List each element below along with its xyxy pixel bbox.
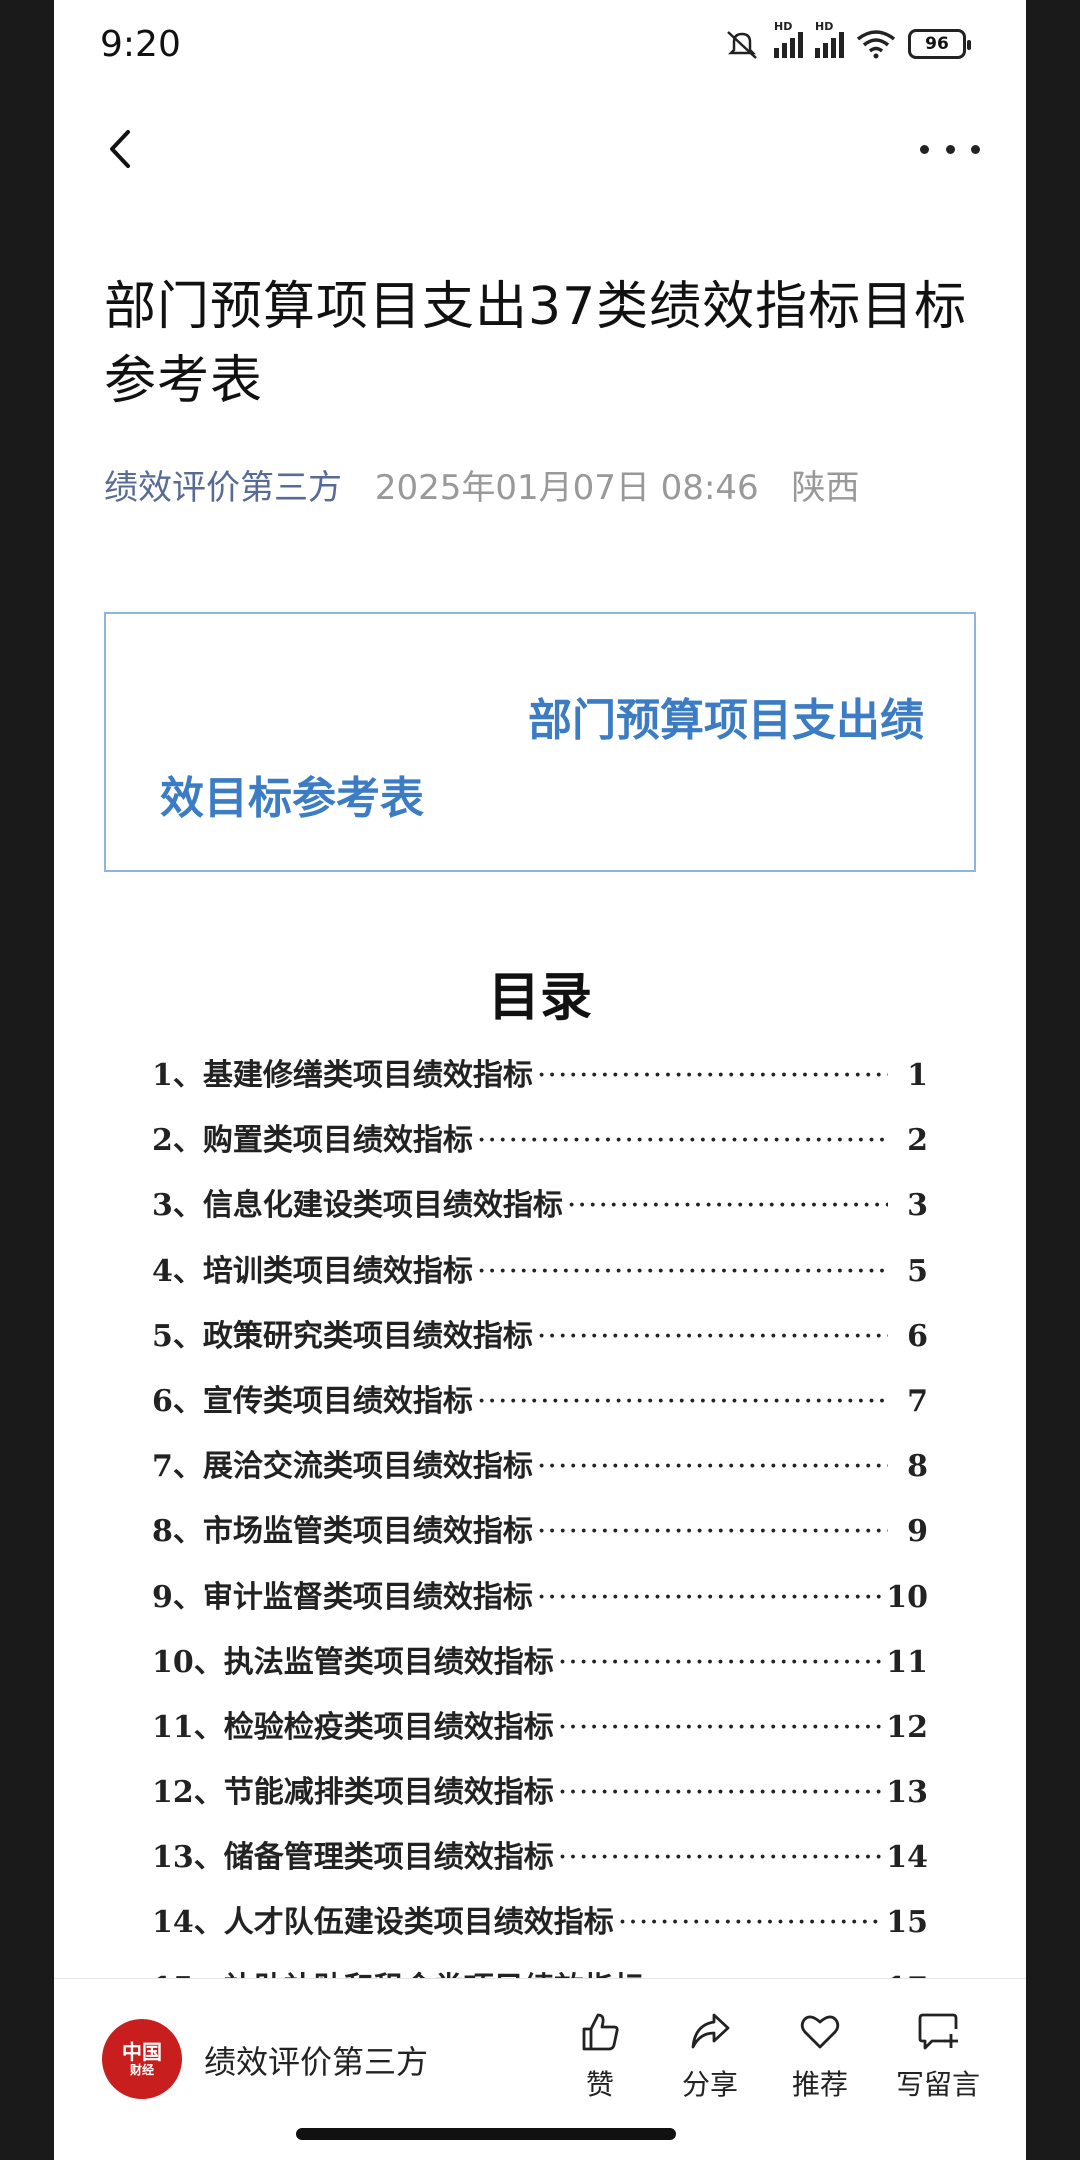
toc-item: 13、储备管理类项目绩效指标 ··························… — [152, 1832, 928, 1897]
title-box-line2: 效目标参考表 — [160, 773, 424, 824]
toc-item: 8、市场监管类项目绩效指标 ···························… — [152, 1506, 928, 1571]
share-button[interactable]: 分享 — [670, 2009, 750, 2103]
status-time: 9:20 — [100, 24, 181, 65]
publish-date: 2025年01月07日 08:46 — [374, 468, 759, 508]
toc-leader-dots: ········································… — [566, 1188, 888, 1224]
account-name[interactable]: 绩效评价第三方 — [204, 2037, 428, 2083]
comment-label: 写留言 — [895, 2068, 980, 2101]
toc-item-page: 6 — [907, 1318, 928, 1354]
back-arrow-icon[interactable] — [98, 124, 148, 174]
status-bar: 9:20 HD HD 96 — [54, 0, 1026, 96]
toc-item-page: 10 — [886, 1579, 928, 1615]
toc-leader-dots: ········································… — [536, 1579, 883, 1615]
account-avatar[interactable]: 中国 财经 — [102, 2019, 182, 2099]
title-box-line1: 部门预算项目支出绩 — [528, 695, 924, 746]
toc-item: 14、人才队伍建设类项目绩效指标 ························… — [152, 1897, 928, 1962]
more-options-icon[interactable] — [920, 124, 980, 174]
action-buttons: 赞 分享 推荐 写留言 — [560, 2009, 986, 2103]
toc-item-label: 5、政策研究类项目绩效指标 — [152, 1318, 533, 1354]
signal-icon: HD — [774, 20, 803, 58]
heart-icon — [800, 2015, 840, 2049]
toc-item: 11、检验检疫类项目绩效指标 ··························… — [152, 1702, 928, 1767]
toc-item-page: 9 — [907, 1514, 928, 1550]
title-box: 部门预算项目支出绩 效目标参考表 — [104, 612, 976, 872]
toc-leader-dots: ········································… — [476, 1383, 888, 1419]
toc-leader-dots: ········································… — [536, 1449, 888, 1485]
comment-plus-icon — [918, 2013, 958, 2050]
toc-leader-dots: ········································… — [557, 1709, 883, 1745]
toc-item: 5、政策研究类项目绩效指标 ···························… — [152, 1311, 928, 1376]
toc-item: 3、信息化建设类项目绩效指标 ··························… — [152, 1180, 928, 1245]
like-button[interactable]: 赞 — [560, 2009, 640, 2103]
toc-item-page: 11 — [886, 1644, 928, 1680]
toc-item-page: 7 — [907, 1383, 928, 1419]
toc-leader-dots: ········································… — [557, 1775, 883, 1811]
toc-item-label: 3、信息化建设类项目绩效指标 — [152, 1188, 563, 1224]
home-indicator[interactable] — [296, 2128, 676, 2140]
article-title: 部门预算项目支出37类绩效指标目标参考表 — [104, 277, 968, 411]
toc-item-page: 1 — [907, 1058, 928, 1093]
toc-item: 1、基建修缮类项目绩效指标 ···························… — [152, 1050, 928, 1115]
recommend-button[interactable]: 推荐 — [780, 2009, 860, 2103]
logo-text: 中国 — [122, 2040, 162, 2064]
toc-item-label: 10、执法监管类项目绩效指标 — [152, 1644, 554, 1680]
toc-item: 6、宣传类项目绩效指标 ·····························… — [152, 1376, 928, 1441]
publish-location: 陕西 — [791, 468, 860, 508]
toc-leader-dots: ········································… — [536, 1058, 888, 1093]
toc-item-label: 6、宣传类项目绩效指标 — [152, 1383, 473, 1419]
like-label: 赞 — [585, 2068, 614, 2101]
left-letterbox — [0, 0, 54, 2160]
toc-leader-dots: ········································… — [557, 1840, 883, 1876]
toc-leader-dots: ········································… — [476, 1253, 888, 1289]
toc-item: 12、节能减排类项目绩效指标 ··························… — [152, 1767, 928, 1832]
toc-item-label: 13、储备管理类项目绩效指标 — [152, 1840, 554, 1876]
signal-icon-2: HD — [815, 20, 844, 58]
toc-item: 4、培训类项目绩效指标 ·····························… — [152, 1246, 928, 1311]
author-link[interactable]: 绩效评价第三方 — [104, 468, 342, 508]
toc-item-page: 15 — [886, 1905, 928, 1941]
toc-item-label: 12、节能减排类项目绩效指标 — [152, 1775, 554, 1811]
toc-item-label: 9、审计监督类项目绩效指标 — [152, 1579, 533, 1615]
toc-list: 1、基建修缮类项目绩效指标 ···························… — [152, 1050, 928, 2028]
recommend-label: 推荐 — [791, 2068, 848, 2101]
toc-item-label: 14、人才队伍建设类项目绩效指标 — [152, 1905, 614, 1941]
toc-item-label: 8、市场监管类项目绩效指标 — [152, 1514, 533, 1550]
toc-leader-dots: ········································… — [536, 1514, 888, 1550]
toc-leader-dots: ········································… — [476, 1123, 888, 1159]
mute-vibrate-icon — [727, 31, 757, 59]
toc-leader-dots: ········································… — [536, 1318, 888, 1354]
toc-item-page: 14 — [886, 1840, 928, 1876]
nav-bar — [54, 110, 1026, 190]
toc-leader-dots: ········································… — [617, 1905, 883, 1941]
toc-item-label: 2、购置类项目绩效指标 — [152, 1123, 473, 1159]
toc-leader-dots: ········································… — [557, 1644, 883, 1680]
wifi-icon — [856, 30, 896, 59]
right-letterbox — [1026, 0, 1080, 2160]
article-screen: 9:20 HD HD 96 部门预算项目支出37类绩效指标目标参考表 绩效评价第… — [54, 0, 1026, 2160]
toc-item-label: 4、培训类项目绩效指标 — [152, 1253, 473, 1289]
toc-heading: 目录 — [487, 967, 592, 1028]
toc-item-label: 11、检验检疫类项目绩效指标 — [152, 1709, 554, 1745]
toc-item-page: 2 — [907, 1123, 928, 1159]
toc-item-page: 13 — [886, 1775, 928, 1811]
toc-item: 2、购置类项目绩效指标 ·····························… — [152, 1115, 928, 1180]
toc-item: 9、审计监督类项目绩效指标 ···························… — [152, 1572, 928, 1637]
thumbs-up-icon — [582, 2013, 619, 2051]
toc-item-label: 7、展洽交流类项目绩效指标 — [152, 1449, 533, 1485]
battery-icon: 96 — [908, 29, 971, 59]
logo-subtext: 财经 — [129, 2063, 154, 2077]
toc-item-page: 5 — [907, 1253, 928, 1289]
share-arrow-icon — [691, 2013, 730, 2049]
share-label: 分享 — [681, 2068, 738, 2101]
toc-item-label: 1、基建修缮类项目绩效指标 — [152, 1058, 533, 1093]
status-icons: HD HD 96 — [722, 20, 971, 60]
toc-item-page: 3 — [907, 1188, 928, 1224]
toc-item-page: 8 — [907, 1449, 928, 1485]
toc-item: 7、展洽交流类项目绩效指标 ···························… — [152, 1441, 928, 1506]
comment-button[interactable]: 写留言 — [890, 2009, 986, 2103]
article-meta: 绩效评价第三方 2025年01月07日 08:46 陕西 — [104, 460, 859, 509]
toc-item: 10、执法监管类项目绩效指标 ··························… — [152, 1637, 928, 1702]
toc-item-page: 12 — [886, 1709, 928, 1745]
